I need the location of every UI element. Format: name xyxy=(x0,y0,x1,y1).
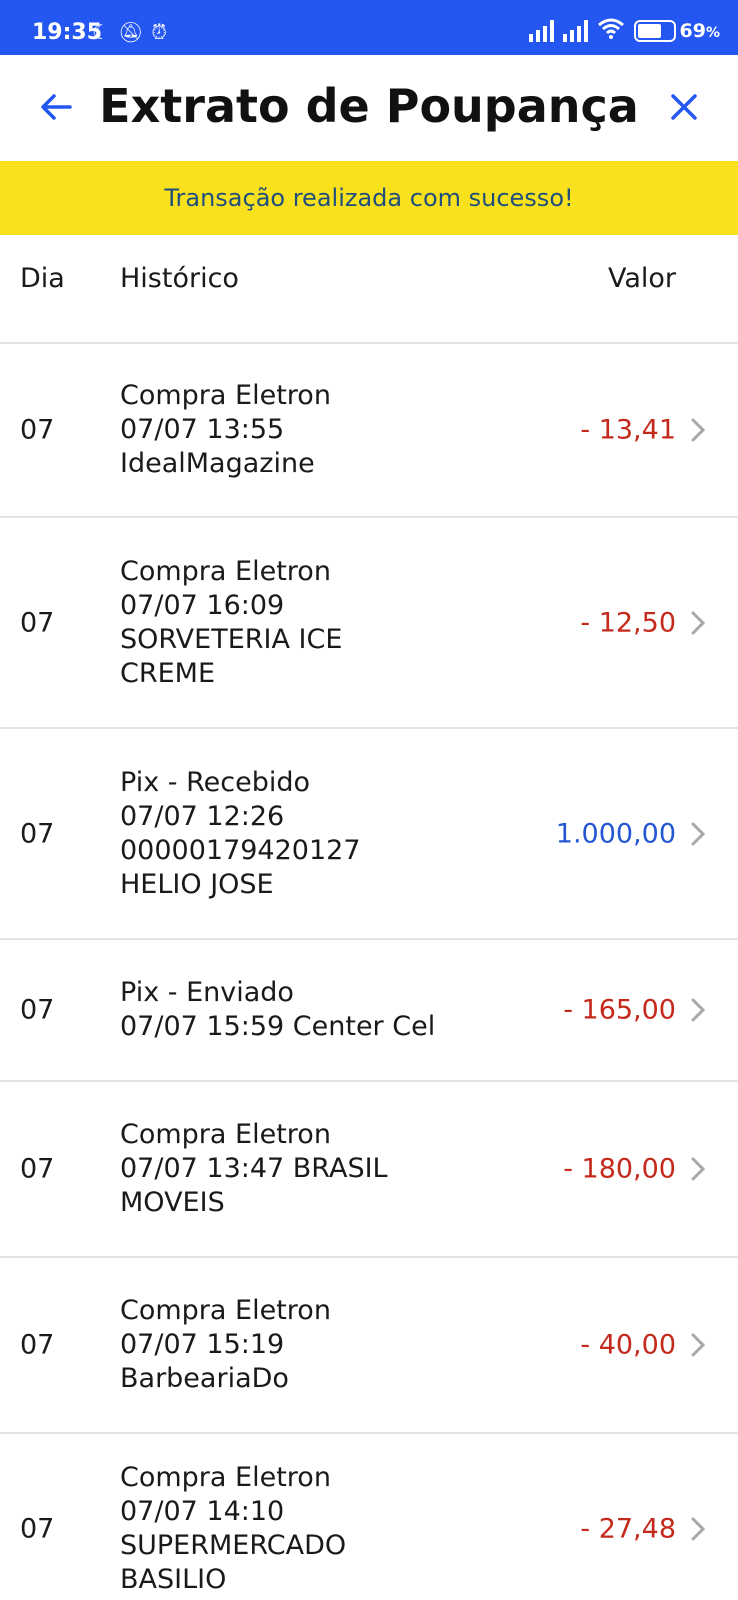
success-banner: Transação realizada com sucesso! xyxy=(0,161,738,235)
transaction-row[interactable]: 07 Pix - Recebido 07/07 12:26 0000017942… xyxy=(0,729,738,940)
column-day: Dia xyxy=(20,263,65,294)
table-header: Dia Histórico Valor xyxy=(0,235,738,344)
notifications-off-icon: 🔕︎ xyxy=(117,20,144,44)
transaction-value: 1.000,00 xyxy=(555,818,676,849)
column-history: Histórico xyxy=(120,263,239,294)
transaction-description: Compra Eletron 07/07 15:19 BarbeariaDo xyxy=(120,1295,331,1394)
transaction-value: - 165,00 xyxy=(563,994,676,1026)
transaction-day: 07 xyxy=(20,607,55,638)
transaction-value: - 12,50 xyxy=(580,607,676,638)
status-icons: ☾ 🔕︎ ⏰︎ xyxy=(92,20,167,44)
transaction-description: Compra Eletron 07/07 14:10 SUPERMERCADO … xyxy=(120,1462,347,1595)
transaction-day: 07 xyxy=(20,818,55,849)
transaction-value: - 27,48 xyxy=(580,1513,676,1545)
chevron-right-icon xyxy=(691,1157,706,1181)
transaction-description: Compra Eletron 07/07 13:47 BRASIL MOVEIS xyxy=(120,1119,388,1218)
battery-indicator: 69% xyxy=(633,20,720,42)
transaction-description: Compra Eletron 07/07 16:09 SORVETERIA IC… xyxy=(120,555,343,689)
close-icon xyxy=(671,94,697,120)
transaction-day: 07 xyxy=(20,414,55,446)
transaction-description: Pix - Recebido 07/07 12:26 0000017942012… xyxy=(120,766,361,900)
transaction-row[interactable]: 07 Compra Eletron 07/07 15:19 BarbeariaD… xyxy=(0,1258,738,1434)
chevron-right-icon xyxy=(691,1333,706,1357)
transaction-day: 07 xyxy=(20,1329,55,1361)
app-header: Extrato de Poupança xyxy=(0,55,738,161)
chevron-right-icon xyxy=(691,611,706,634)
transaction-row[interactable]: 07 Compra Eletron 07/07 16:09 SORVETERIA… xyxy=(0,518,738,729)
transaction-description: Pix - Enviado 07/07 15:59 Center Cel xyxy=(120,977,436,1042)
chevron-right-icon xyxy=(691,822,706,845)
close-button[interactable] xyxy=(662,85,706,129)
signal-icon xyxy=(562,20,588,42)
transaction-row[interactable]: 07 Compra Eletron 07/07 13:47 BRASIL MOV… xyxy=(0,1082,738,1258)
alarm-icon: ⏰︎ xyxy=(151,20,167,44)
chevron-right-icon xyxy=(691,418,706,442)
battery-icon xyxy=(633,20,676,42)
transaction-day: 07 xyxy=(20,994,55,1026)
transaction-row[interactable]: 07 Compra Eletron 07/07 13:55 IdealMagaz… xyxy=(0,344,738,518)
chevron-right-icon xyxy=(691,1517,706,1541)
transaction-value: - 180,00 xyxy=(563,1153,676,1185)
wifi-icon xyxy=(597,17,625,45)
transaction-day: 07 xyxy=(20,1513,55,1545)
chevron-right-icon xyxy=(691,998,706,1022)
status-bar: 19:35 ☾ 🔕︎ ⏰︎ 69% xyxy=(0,0,738,55)
battery-suffix: % xyxy=(705,25,720,41)
transaction-value: - 13,41 xyxy=(580,414,676,446)
transaction-day: 07 xyxy=(20,1153,55,1185)
page-title: Extrato de Poupança xyxy=(99,79,639,133)
transaction-description: Compra Eletron 07/07 13:55 IdealMagazine xyxy=(120,380,331,479)
transaction-list: 07 Compra Eletron 07/07 13:55 IdealMagaz… xyxy=(0,344,738,1600)
status-right: 69% xyxy=(528,17,720,45)
battery-percent: 69 xyxy=(679,20,706,42)
transaction-value: - 40,00 xyxy=(580,1329,676,1361)
moon-icon: ☾ xyxy=(92,20,110,44)
signal-icon xyxy=(528,20,554,42)
transaction-row[interactable]: 07 Compra Eletron 07/07 14:10 SUPERMERCA… xyxy=(0,1434,738,1600)
success-message: Transação realizada com sucesso! xyxy=(164,184,574,212)
column-value: Valor xyxy=(607,263,676,294)
transaction-row[interactable]: 07 Pix - Enviado 07/07 15:59 Center Cel … xyxy=(0,940,738,1082)
